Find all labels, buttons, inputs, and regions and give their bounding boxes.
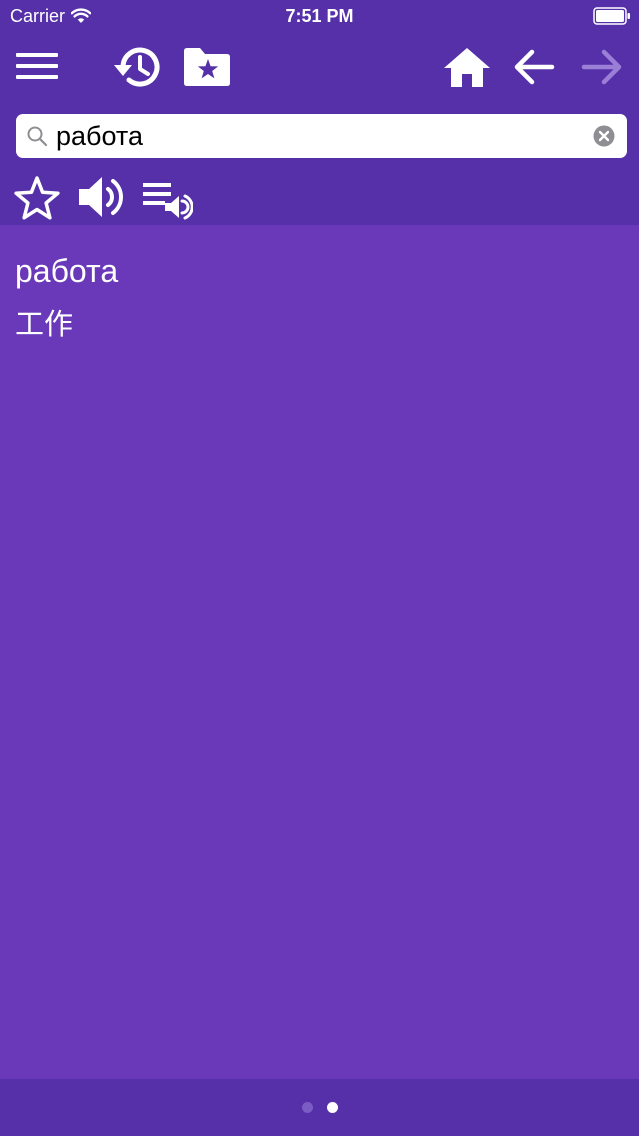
favorite-button[interactable] <box>12 174 62 222</box>
speaker-icon <box>79 177 123 217</box>
star-icon <box>14 176 60 220</box>
history-button[interactable] <box>110 42 166 92</box>
home-icon <box>444 48 490 87</box>
status-time: 7:51 PM <box>285 6 354 26</box>
menu-button[interactable] <box>12 46 62 86</box>
back-button[interactable] <box>510 46 558 88</box>
battery-icon <box>593 7 630 25</box>
menu-icon <box>16 53 58 79</box>
history-icon <box>114 47 160 87</box>
page-dot-1[interactable] <box>301 1102 313 1113</box>
forward-arrow-icon <box>581 49 622 85</box>
clear-icon[interactable] <box>593 125 615 147</box>
back-arrow-icon <box>514 49 555 85</box>
forward-button[interactable] <box>578 46 626 88</box>
page-indicator[interactable] <box>0 1102 639 1113</box>
page-dot-2[interactable] <box>326 1102 338 1113</box>
search-input[interactable] <box>56 118 586 154</box>
entry-word: работа <box>15 253 119 289</box>
speak-button[interactable] <box>74 172 128 222</box>
entry-content: работа 工作 <box>0 225 639 1079</box>
status-bar: Carrier 7:51 PM <box>0 0 639 34</box>
search-icon <box>27 126 48 147</box>
favorites-folder-button[interactable] <box>180 44 234 90</box>
speak-list-button[interactable] <box>140 178 194 222</box>
home-button[interactable] <box>440 44 494 90</box>
entry-translation: 工作 <box>15 307 74 341</box>
playlist-speaker-icon <box>143 183 193 220</box>
header: Carrier 7:51 PM <box>0 0 639 225</box>
search-bar <box>16 114 627 158</box>
bottom-bar <box>0 1079 639 1136</box>
favorites-folder-icon <box>184 48 230 86</box>
